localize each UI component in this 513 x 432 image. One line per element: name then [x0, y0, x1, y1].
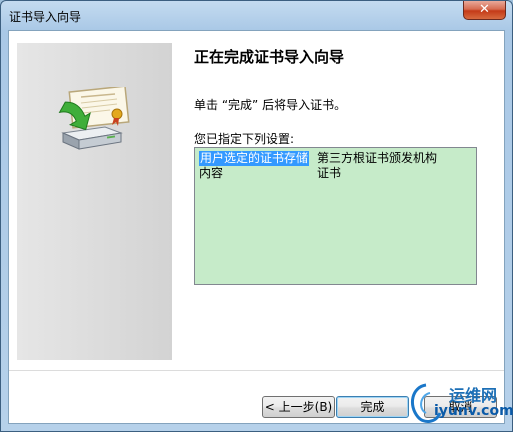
settings-list[interactable]: 用户选定的证书存储 内容 第三方根证书颁发机构 证书 — [194, 147, 477, 285]
back-button[interactable]: < 上一步(B) — [262, 396, 335, 418]
setting-name: 内容 — [199, 166, 224, 180]
setting-value: 证书 — [317, 166, 342, 180]
watermark-logo: 运维网 iyunv.com — [406, 379, 513, 429]
page-title: 正在完成证书导入向导 — [194, 48, 345, 66]
description-text: 单击 “完成” 后将导入证书。 — [194, 98, 347, 112]
settings-row-key[interactable]: 用户选定的证书存储 内容 — [199, 151, 310, 181]
wizard-side-panel — [17, 43, 172, 360]
wizard-client-area: 正在完成证书导入向导 单击 “完成” 后将导入证书。 您已指定下列设置: 用户选… — [8, 30, 505, 424]
close-icon: ✕ — [479, 2, 490, 17]
title-bar[interactable]: 证书导入向导 ✕ — [1, 1, 512, 30]
close-button[interactable]: ✕ — [463, 1, 506, 20]
window-title: 证书导入向导 — [9, 10, 82, 24]
settings-row-value[interactable]: 第三方根证书颁发机构 证书 — [317, 151, 437, 181]
setting-value: 第三方根证书颁发机构 — [317, 151, 438, 165]
watermark-en: iyunv.com — [434, 403, 513, 419]
certificate-icon — [58, 87, 130, 150]
finish-button[interactable]: 完成 — [336, 396, 409, 418]
divider — [9, 370, 504, 371]
selected-setting: 用户选定的证书存储 — [199, 151, 310, 166]
settings-label: 您已指定下列设置: — [194, 132, 295, 146]
wizard-window: 证书导入向导 ✕ 正在完成证书导入向导 单击 “完成” 后将导入证书。 您已指定… — [0, 0, 513, 432]
